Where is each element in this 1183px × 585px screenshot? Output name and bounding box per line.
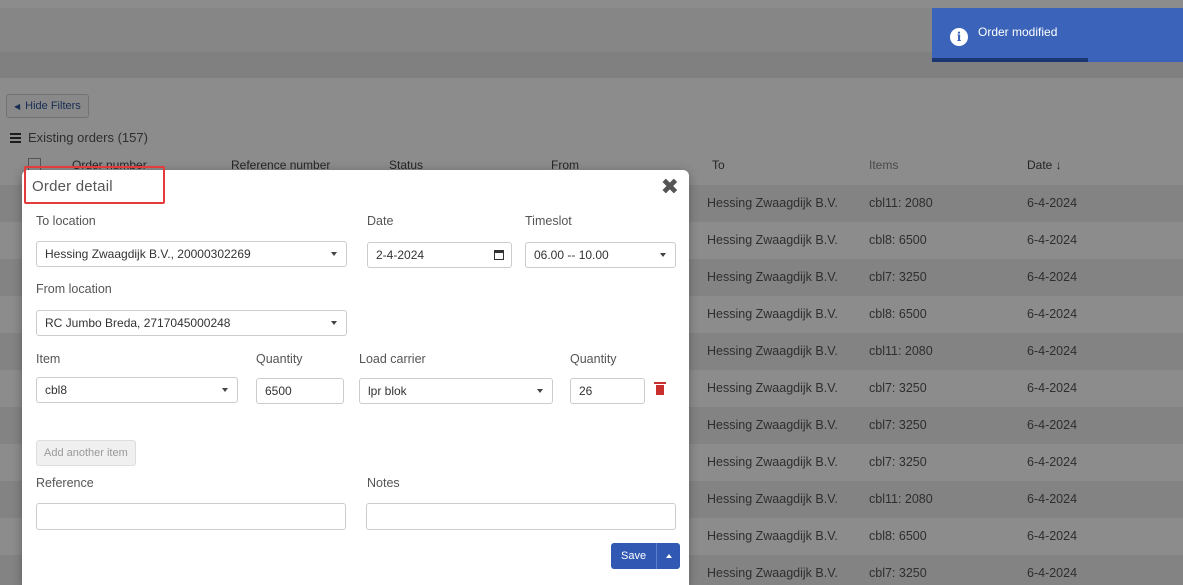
add-another-item-button[interactable]: Add another item	[36, 440, 136, 466]
reference-label: Reference	[36, 476, 94, 490]
reference-input[interactable]	[36, 503, 346, 530]
save-options-toggle[interactable]	[656, 543, 681, 569]
date-value: 2-4-2024	[376, 248, 425, 262]
item-value: cbl8	[45, 383, 68, 397]
modal-title: Order detail	[32, 178, 113, 195]
date-input[interactable]: 2-4-2024	[367, 242, 512, 268]
add-item-label: Add another item	[44, 447, 128, 459]
from-location-select[interactable]: RC Jumbo Breda, 2717045000248	[36, 310, 347, 336]
toast-notification[interactable]: i Order modified	[932, 8, 1183, 62]
save-button[interactable]: Save	[611, 543, 657, 569]
chevron-down-icon	[537, 389, 543, 393]
toast-message: Order modified	[978, 25, 1058, 39]
load-carrier-label: Load carrier	[359, 352, 426, 366]
item-quantity-value: 6500	[265, 384, 292, 398]
carrier-quantity-value: 26	[579, 384, 593, 398]
load-carrier-value: lpr blok	[368, 384, 407, 398]
toast-progress-bar	[932, 58, 1088, 62]
chevron-down-icon	[331, 321, 337, 325]
item-quantity-label: Quantity	[256, 352, 303, 366]
close-icon[interactable]: ✖	[661, 174, 679, 200]
item-select[interactable]: cbl8	[36, 377, 238, 403]
date-label: Date	[367, 214, 394, 228]
notes-input[interactable]	[366, 503, 676, 530]
timeslot-value: 06.00 -- 10.00	[534, 248, 609, 262]
calendar-icon[interactable]	[494, 250, 504, 260]
chevron-down-icon	[660, 253, 666, 257]
carrier-quantity-input[interactable]: 26	[570, 378, 645, 404]
chevron-down-icon	[331, 252, 337, 256]
notes-label: Notes	[367, 476, 400, 490]
trash-icon[interactable]	[654, 382, 666, 395]
order-detail-modal: Order detail ✖ To location Hessing Zwaag…	[22, 166, 689, 585]
carrier-quantity-label: Quantity	[570, 352, 617, 366]
to-location-label: To location	[36, 214, 96, 228]
item-label: Item	[36, 352, 61, 366]
to-location-value: Hessing Zwaagdijk B.V., 20000302269	[45, 247, 251, 261]
chevron-up-icon	[665, 554, 672, 558]
to-location-select[interactable]: Hessing Zwaagdijk B.V., 20000302269	[36, 241, 347, 267]
save-button-group: Save	[611, 543, 681, 569]
load-carrier-select[interactable]: lpr blok	[359, 378, 553, 404]
info-icon: i	[950, 28, 968, 46]
item-quantity-input[interactable]: 6500	[256, 378, 344, 404]
from-location-label: From location	[36, 282, 112, 296]
chevron-down-icon	[222, 388, 228, 392]
timeslot-select[interactable]: 06.00 -- 10.00	[525, 242, 676, 268]
timeslot-label: Timeslot	[525, 214, 572, 228]
from-location-value: RC Jumbo Breda, 2717045000248	[45, 316, 231, 330]
